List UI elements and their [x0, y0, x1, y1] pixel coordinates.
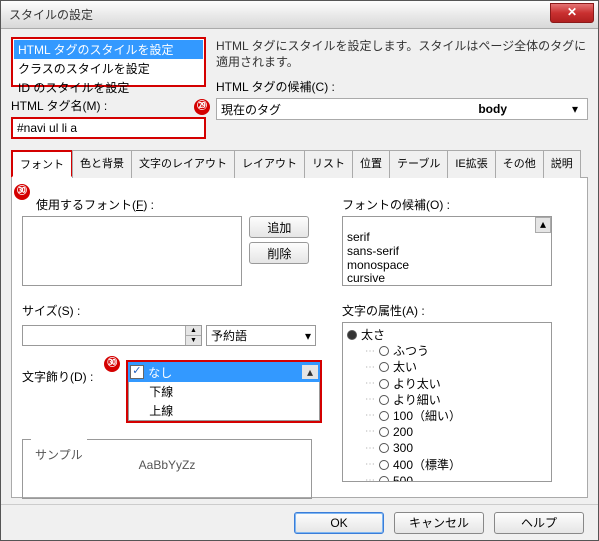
- decoration-option[interactable]: 下線: [129, 382, 319, 401]
- tab-ie-ext[interactable]: IE拡張: [447, 150, 495, 178]
- tab-other[interactable]: その他: [495, 150, 544, 178]
- marker-29: ㉙: [194, 99, 210, 115]
- radio-icon[interactable]: [347, 330, 357, 340]
- list-item[interactable]: sans-serif: [347, 245, 547, 259]
- tab-bar: フォント 色と背景 文字のレイアウト レイアウト リスト 位置 テーブル IE拡…: [11, 149, 588, 178]
- marker-30a: ㉚: [14, 184, 30, 200]
- radio-icon[interactable]: [379, 362, 389, 372]
- description-text: HTML タグにスタイルを設定します。スタイルはページ全体のタグに適用されます。: [216, 39, 588, 70]
- font-candidates-list[interactable]: ▴ serif sans-serif monospace cursive: [342, 216, 552, 286]
- list-item[interactable]: cursive: [347, 272, 547, 286]
- current-tag-dropdown[interactable]: 現在のタグ body ▾: [216, 98, 588, 120]
- dialog-window: スタイルの設定 ✕ HTML タグのスタイルを設定 クラスのスタイルを設定 ID…: [0, 0, 599, 541]
- radio-icon[interactable]: [379, 427, 389, 437]
- candidates-label: HTML タグの候補(C) :: [216, 78, 588, 95]
- decoration-checkbox[interactable]: [130, 365, 144, 379]
- sample-label: サンプル: [31, 432, 87, 478]
- tagname-input[interactable]: [11, 117, 206, 139]
- sample-text: AaBbYyZz: [139, 458, 196, 472]
- radio-icon[interactable]: [379, 460, 389, 470]
- help-button[interactable]: ヘルプ: [494, 512, 584, 534]
- tab-text-layout[interactable]: 文字のレイアウト: [131, 150, 235, 178]
- radio-icon[interactable]: [379, 476, 389, 482]
- scroll-up-icon[interactable]: ▴: [535, 217, 551, 233]
- size-spinner[interactable]: ▲▼: [22, 325, 202, 346]
- size-label: サイズ(S) :: [22, 302, 322, 319]
- style-type-class[interactable]: クラスのスタイルを設定: [14, 59, 203, 78]
- close-button[interactable]: ✕: [550, 3, 594, 23]
- tagname-label: HTML タグ名(M) :: [11, 97, 206, 114]
- font-candidates-label: フォントの候補(O) :: [342, 196, 577, 213]
- dialog-button-bar: OK キャンセル ヘルプ: [1, 504, 598, 540]
- tab-desc[interactable]: 説明: [543, 150, 581, 178]
- sample-preview: サンプル AaBbYyZz: [22, 439, 312, 499]
- style-type-list[interactable]: HTML タグのスタイルを設定 クラスのスタイルを設定 ID のスタイルを設定: [11, 37, 206, 87]
- radio-icon[interactable]: [379, 379, 389, 389]
- attribute-tree[interactable]: 太さ ⋯ふつう ⋯太い ⋯より太い ⋯より細い ⋯100（細い） ⋯200 ⋯3…: [342, 322, 552, 482]
- window-title: スタイルの設定: [9, 6, 93, 23]
- chevron-down-icon: ▾: [305, 329, 311, 343]
- titlebar: スタイルの設定 ✕: [1, 1, 598, 29]
- chevron-up-icon: ▴: [302, 365, 318, 379]
- current-tag-label: 現在のタグ: [221, 101, 478, 118]
- tab-list[interactable]: リスト: [304, 150, 353, 178]
- chevron-down-icon: ▾: [567, 102, 583, 116]
- ok-button[interactable]: OK: [294, 512, 384, 534]
- decoration-selected: なし: [148, 364, 302, 381]
- decoration-option[interactable]: 上線: [129, 401, 319, 420]
- delete-button[interactable]: 削除: [249, 242, 309, 264]
- tab-color-bg[interactable]: 色と背景: [72, 150, 132, 178]
- current-tag-value: body: [478, 102, 507, 116]
- attribute-label: 文字の属性(A) :: [342, 302, 577, 319]
- style-type-id[interactable]: ID のスタイルを設定: [14, 78, 203, 97]
- list-item[interactable]: serif: [347, 231, 547, 245]
- radio-icon[interactable]: [379, 346, 389, 356]
- tab-position[interactable]: 位置: [352, 150, 390, 178]
- use-font-label: 使用するフォント(F) :: [36, 196, 322, 213]
- decoration-label: 文字飾り(D) :: [22, 368, 98, 385]
- dialog-body: HTML タグのスタイルを設定 クラスのスタイルを設定 ID のスタイルを設定 …: [1, 29, 598, 506]
- radio-icon[interactable]: [379, 411, 389, 421]
- decoration-dropdown[interactable]: なし ▴ 下線 上線: [126, 360, 322, 423]
- radio-icon[interactable]: [379, 395, 389, 405]
- list-item[interactable]: monospace: [347, 259, 547, 273]
- cancel-button[interactable]: キャンセル: [394, 512, 484, 534]
- style-type-html-tag[interactable]: HTML タグのスタイルを設定: [14, 40, 203, 59]
- spinner-buttons[interactable]: ▲▼: [185, 326, 201, 345]
- font-selection-box[interactable]: [22, 216, 242, 286]
- reserved-word-dropdown[interactable]: 予約語 ▾: [206, 325, 316, 346]
- marker-30b: ㉚: [104, 356, 120, 372]
- decoration-option-list: 下線 上線: [128, 382, 320, 421]
- add-button[interactable]: 追加: [249, 216, 309, 238]
- tab-layout[interactable]: レイアウト: [234, 150, 305, 178]
- tab-font[interactable]: フォント: [11, 150, 73, 178]
- radio-icon[interactable]: [379, 443, 389, 453]
- tab-table[interactable]: テーブル: [389, 150, 448, 178]
- tab-content-font: ㉚ 使用するフォント(F) : 追加 削除 サイズ(S) : ▲▼: [11, 178, 588, 498]
